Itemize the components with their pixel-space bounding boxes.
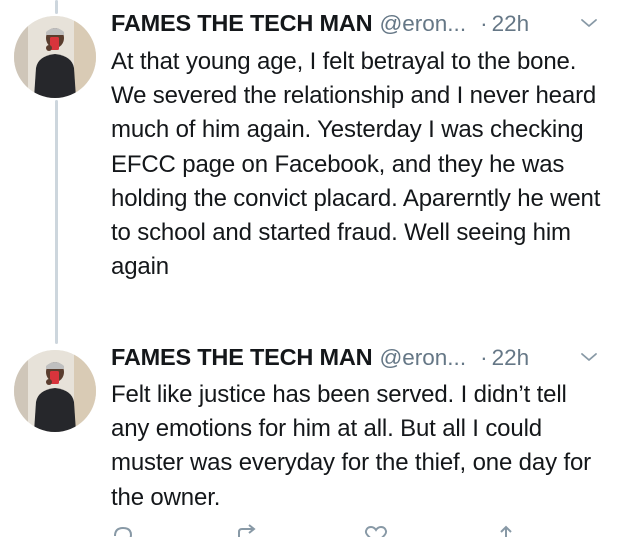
tweet-thread: FAMES THE TECH MAN @eron... · 22h At tha… [0,0,626,537]
avatar[interactable] [14,350,96,432]
handle[interactable]: @eron... [379,345,466,371]
display-name[interactable]: FAMES THE TECH MAN [111,10,373,37]
retweet-button[interactable] [233,524,263,537]
heart-icon [364,525,388,537]
retweet-icon [238,524,256,537]
reply-button[interactable] [111,524,135,537]
tweet-text: At that young age, I felt betrayal to th… [111,48,601,281]
thread-line-middle [55,100,58,344]
avatar-photo [14,350,96,432]
tweet-header: FAMES THE TECH MAN @eron... · 22h [111,10,614,44]
reply-icon [114,526,133,537]
display-name[interactable]: FAMES THE TECH MAN [111,344,373,371]
tweet-header: FAMES THE TECH MAN @eron... · 22h [111,344,614,378]
thread-line-top [55,0,58,14]
separator-dot: · [480,345,488,370]
separator-dot: · [480,11,488,36]
chevron-down-icon[interactable] [580,17,598,29]
avatar-photo [14,16,96,98]
timestamp[interactable]: 22h [492,11,530,37]
share-icon [500,525,512,537]
like-button[interactable] [363,524,389,537]
tweet-text: Felt like justice has been served. I did… [111,381,592,511]
timestamp[interactable]: 22h [492,345,530,371]
share-button[interactable] [495,524,517,537]
tweet-actions [111,524,541,537]
chevron-down-icon[interactable] [580,351,598,363]
avatar[interactable] [14,16,96,98]
handle[interactable]: @eron... [379,11,466,37]
